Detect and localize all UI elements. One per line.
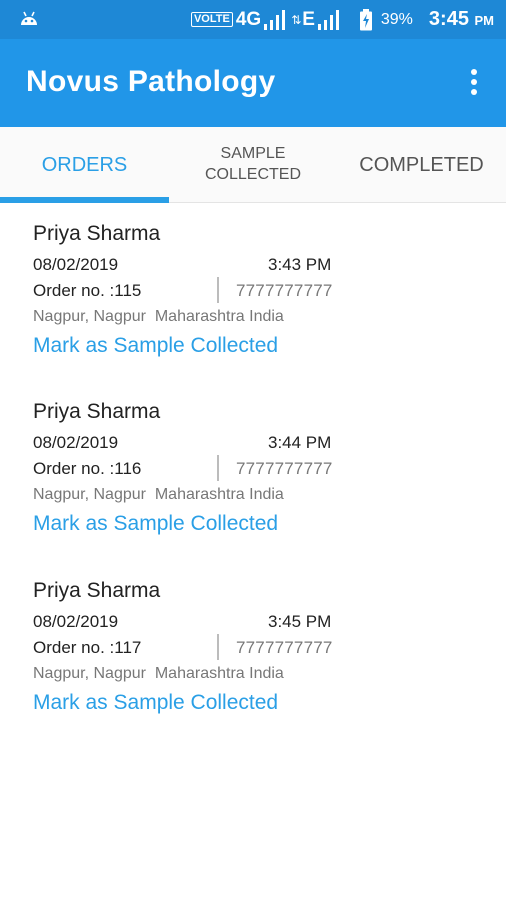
clock-ampm: PM bbox=[474, 13, 495, 28]
patient-address: Nagpur, Nagpur Maharashtra India bbox=[33, 308, 284, 325]
status-bar: VOLTE 4G ⇅ E 39% 3:45 PM bbox=[0, 0, 506, 39]
mark-sample-collected-link[interactable]: Mark as Sample Collected bbox=[33, 334, 278, 358]
order-date: 08/02/2019 bbox=[33, 255, 119, 274]
order-time: 3:45 PM bbox=[268, 612, 332, 631]
patient-name: Priya Sharma bbox=[33, 579, 161, 602]
signal-icon-2 bbox=[317, 9, 339, 30]
tab-completed[interactable]: COMPLETED bbox=[337, 127, 506, 203]
mark-sample-collected-link[interactable]: Mark as Sample Collected bbox=[33, 512, 278, 536]
order-time: 3:43 PM bbox=[268, 255, 332, 274]
patient-name: Priya Sharma bbox=[33, 400, 161, 423]
tab-orders[interactable]: ORDERS bbox=[0, 127, 169, 203]
order-number: Order no. :116 bbox=[33, 459, 142, 478]
order-number: Order no. :115 bbox=[33, 281, 142, 300]
divider bbox=[217, 277, 219, 303]
mark-sample-collected-link[interactable]: Mark as Sample Collected bbox=[33, 691, 278, 715]
battery-charging-icon bbox=[359, 8, 372, 30]
order-date: 08/02/2019 bbox=[33, 612, 119, 631]
divider bbox=[217, 455, 219, 481]
tab-bar: ORDERS SAMPLE COLLECTED COMPLETED bbox=[0, 127, 506, 203]
phone-number: 7777777777 bbox=[236, 459, 333, 478]
signal-icon bbox=[264, 9, 286, 30]
tab-sample-collected[interactable]: SAMPLE COLLECTED bbox=[169, 127, 337, 203]
tab-completed-label: COMPLETED bbox=[359, 153, 484, 176]
patient-name: Priya Sharma bbox=[33, 222, 161, 245]
data-arrows-icon: ⇅ bbox=[291, 12, 302, 27]
phone-number: 7777777777 bbox=[236, 281, 333, 300]
status-clock: 3:45 PM bbox=[429, 8, 494, 31]
order-date: 08/02/2019 bbox=[33, 433, 119, 452]
tab-sample-collected-label-2: COLLECTED bbox=[204, 166, 302, 183]
battery-percent: 39% bbox=[380, 10, 413, 28]
android-icon bbox=[21, 11, 37, 25]
more-vert-icon[interactable] bbox=[462, 67, 486, 99]
network-type-4g: 4G bbox=[235, 8, 262, 30]
clock-time: 3:45 bbox=[428, 8, 469, 30]
app-bar: Novus Pathology bbox=[0, 39, 506, 127]
tab-selected-indicator bbox=[0, 197, 169, 203]
volte-badge: VOLTE bbox=[190, 12, 233, 27]
tab-sample-collected-label-1: SAMPLE bbox=[220, 145, 286, 162]
patient-address: Nagpur, Nagpur Maharashtra India bbox=[33, 486, 284, 503]
order-card: Priya Sharma 08/02/2019 3:43 PM Order no… bbox=[0, 222, 506, 372]
order-time: 3:44 PM bbox=[268, 433, 332, 452]
status-indicators: VOLTE 4G ⇅ E 39% 3:45 PM bbox=[190, 0, 494, 39]
order-card: Priya Sharma 08/02/2019 3:44 PM Order no… bbox=[0, 400, 506, 550]
order-card: Priya Sharma 08/02/2019 3:45 PM Order no… bbox=[0, 579, 506, 729]
app-title: Novus Pathology bbox=[26, 65, 276, 98]
tab-orders-label: ORDERS bbox=[41, 153, 128, 176]
phone-number: 7777777777 bbox=[236, 638, 333, 657]
patient-address: Nagpur, Nagpur Maharashtra India bbox=[33, 665, 284, 682]
order-number: Order no. :117 bbox=[33, 638, 142, 657]
network-type-e: E bbox=[302, 8, 315, 30]
divider bbox=[217, 634, 219, 660]
